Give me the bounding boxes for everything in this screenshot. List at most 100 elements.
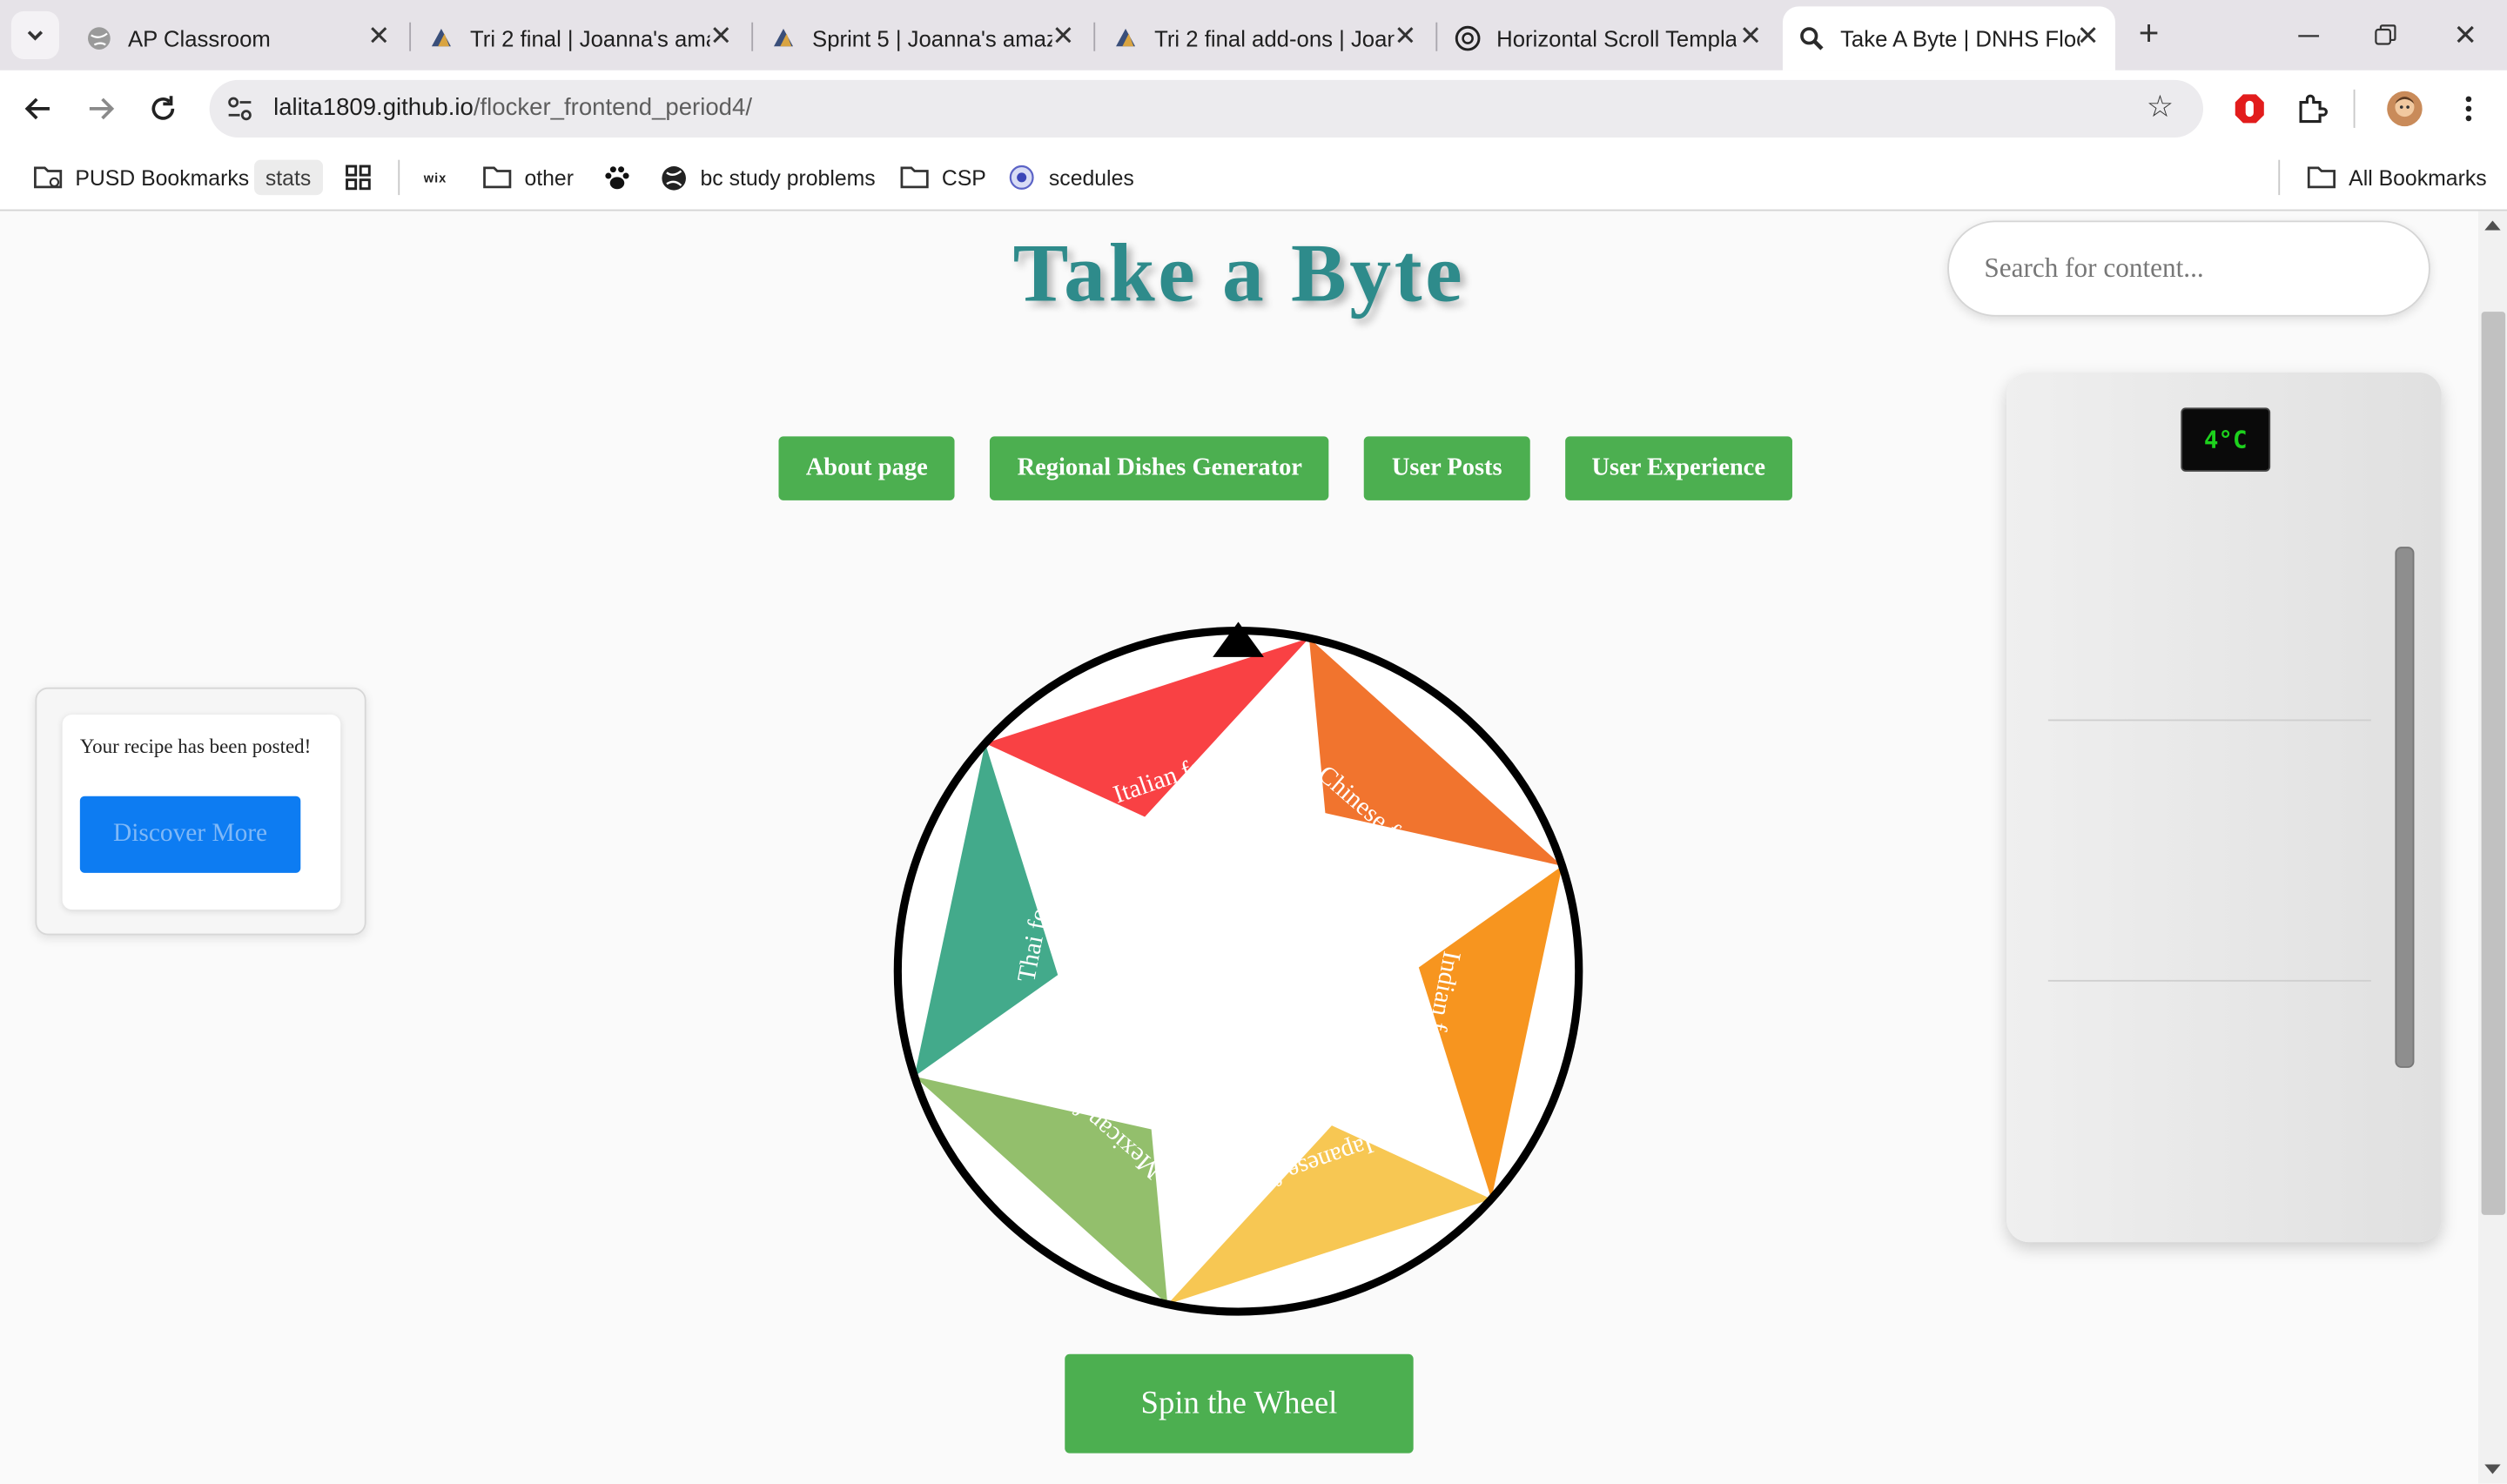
bookmark-pusd[interactable]: PUSD Bookmarks xyxy=(34,160,250,195)
close-window-button[interactable]: ✕ xyxy=(2446,16,2484,54)
bookmark-all[interactable]: All Bookmarks xyxy=(2307,160,2487,195)
url-text: lalita1809.github.io/flocker_frontend_pe… xyxy=(273,94,752,121)
regional-dishes-button[interactable]: Regional Dishes Generator xyxy=(990,436,1330,500)
bookmark-label: All Bookmarks xyxy=(2349,165,2487,190)
tab-title: Horizontal Scroll Templa xyxy=(1496,25,1737,51)
discover-more-button[interactable]: Discover More xyxy=(79,796,301,873)
browser-tab-strip: AP Classroom ✕ Tri 2 final | Joanna's am… xyxy=(0,0,2507,71)
bookmark-wix[interactable]: wix xyxy=(424,160,447,195)
fridge-handle[interactable] xyxy=(2395,547,2415,1068)
site-logo-icon xyxy=(1112,25,1138,50)
globe-icon xyxy=(86,25,111,50)
url-path: /flocker_frontend_period4/ xyxy=(473,94,752,122)
site-logo-icon xyxy=(428,25,454,50)
folder-icon xyxy=(483,163,512,191)
chevron-down-icon xyxy=(27,30,44,41)
food-wheel[interactable]: Chinese food Indian food Japanese food Mexi… xyxy=(889,621,1588,1320)
scroll-up-icon[interactable] xyxy=(2484,220,2501,231)
bookmark-other[interactable]: other xyxy=(483,160,574,195)
restore-button[interactable] xyxy=(2366,16,2404,54)
profile-avatar[interactable] xyxy=(2385,90,2423,128)
close-icon[interactable]: ✕ xyxy=(707,22,736,51)
tab-sprint5[interactable]: Sprint 5 | Joanna's amaz ✕ xyxy=(755,6,1091,70)
bookmark-paw[interactable] xyxy=(602,160,644,195)
notification-panel: Your recipe has been posted! Discover Mo… xyxy=(35,687,366,936)
tab-search-button[interactable] xyxy=(10,10,59,59)
close-icon[interactable]: ✕ xyxy=(2073,22,2102,51)
fridge-shelf xyxy=(2047,979,2371,982)
magnifier-icon xyxy=(1798,25,1824,50)
bookmark-separator xyxy=(398,159,400,196)
schedule-icon xyxy=(1007,163,1036,191)
bookmark-label: scedules xyxy=(1048,165,1134,190)
adblock-extension-icon[interactable] xyxy=(2230,90,2268,128)
folder-icon xyxy=(900,163,929,191)
bookmark-label: other xyxy=(524,165,574,190)
tab-separator xyxy=(1093,22,1096,51)
notification-card: Your recipe has been posted! Discover Mo… xyxy=(62,715,341,910)
bookmark-label: stats xyxy=(265,165,312,190)
minimize-button[interactable]: ─ xyxy=(2289,16,2328,54)
user-posts-button[interactable]: User Posts xyxy=(1364,436,1529,500)
scrollbar-thumb[interactable] xyxy=(2481,312,2506,1215)
tab-separator xyxy=(409,22,412,51)
forward-button[interactable] xyxy=(82,90,120,128)
site-info-icon[interactable] xyxy=(224,93,256,125)
close-icon[interactable]: ✕ xyxy=(1049,22,1078,51)
reload-icon xyxy=(151,96,175,120)
globe-icon xyxy=(659,163,688,191)
tab-horizontal-scroll[interactable]: Horizontal Scroll Templa ✕ xyxy=(1439,6,1778,70)
scroll-down-icon[interactable] xyxy=(2484,1464,2501,1474)
spin-wheel-button[interactable]: Spin the Wheel xyxy=(1065,1353,1414,1454)
fridge-temperature-display: 4°C xyxy=(2181,407,2271,472)
wix-icon: wix xyxy=(423,170,447,185)
bookmark-stats[interactable]: stats xyxy=(254,159,323,196)
tab-take-a-byte[interactable]: Take A Byte | DNHS Floc ✕ xyxy=(1782,6,2115,71)
bookmark-star-icon[interactable]: ☆ xyxy=(2142,91,2177,126)
bookmark-scedules[interactable]: scedules xyxy=(1007,160,1134,195)
page-scrollbar[interactable] xyxy=(2477,211,2507,1484)
about-page-button[interactable]: About page xyxy=(778,436,955,500)
bookmark-label: bc study problems xyxy=(700,165,876,190)
bookmark-label: CSP xyxy=(941,165,986,190)
tab-tri2-final[interactable]: Tri 2 final | Joanna's ama ✕ xyxy=(413,6,749,70)
url-host: lalita1809.github.io xyxy=(273,94,474,122)
food-wheel-graphic: Chinese foodIndian foodJapanese foodMexi… xyxy=(893,621,1583,1316)
fridge-shelf xyxy=(2047,719,2371,722)
bookmark-label: PUSD Bookmarks xyxy=(75,165,250,190)
tab-title: Tri 2 final | Joanna's ama xyxy=(469,25,710,51)
back-button[interactable] xyxy=(19,90,57,128)
new-tab-button[interactable]: + xyxy=(2131,15,2166,52)
arrow-right-icon xyxy=(89,97,115,120)
grid-icon xyxy=(344,163,373,191)
close-icon[interactable]: ✕ xyxy=(365,22,393,51)
tab-ap-classroom[interactable]: AP Classroom ✕ xyxy=(71,6,407,70)
search-input[interactable]: Search for content... xyxy=(1947,220,2430,317)
close-icon[interactable]: ✕ xyxy=(1737,22,1765,51)
user-experience-button[interactable]: User Experience xyxy=(1564,436,1793,500)
bookmark-csp[interactable]: CSP xyxy=(900,160,986,195)
page-content: Take a Byte Search for content... About … xyxy=(0,211,2478,1484)
paw-icon xyxy=(602,163,631,191)
bookmark-grid[interactable] xyxy=(344,160,386,195)
nav-buttons: About page Regional Dishes Generator Use… xyxy=(778,436,1793,500)
extensions-puzzle-icon[interactable] xyxy=(2293,90,2331,128)
bookmark-bc-study[interactable]: bc study problems xyxy=(659,160,876,195)
reload-button[interactable] xyxy=(144,90,182,128)
site-logo-icon xyxy=(770,25,796,50)
arrow-left-icon xyxy=(24,97,50,120)
folder-icon xyxy=(34,163,63,191)
folder-icon xyxy=(2307,163,2336,191)
browser-toolbar: lalita1809.github.io/flocker_frontend_pe… xyxy=(0,70,2507,147)
notification-message: Your recipe has been posted! xyxy=(79,735,312,758)
tab-tri2-addons[interactable]: Tri 2 final add-ons | Joan ✕ xyxy=(1097,6,1433,70)
fridge-widget: 4°C xyxy=(2006,372,2442,1243)
browser-menu-icon[interactable] xyxy=(2450,90,2488,128)
tab-separator xyxy=(1435,22,1438,51)
tab-title: Take A Byte | DNHS Floc xyxy=(1840,25,2080,51)
close-icon[interactable]: ✕ xyxy=(1391,22,1420,51)
tab-title: Tri 2 final add-ons | Joan xyxy=(1154,25,1395,51)
tab-title: AP Classroom xyxy=(127,25,271,51)
address-bar[interactable]: lalita1809.github.io/flocker_frontend_pe… xyxy=(209,79,2204,138)
bookmarks-bar: PUSD Bookmarks stats wix other bc study … xyxy=(0,146,2507,212)
